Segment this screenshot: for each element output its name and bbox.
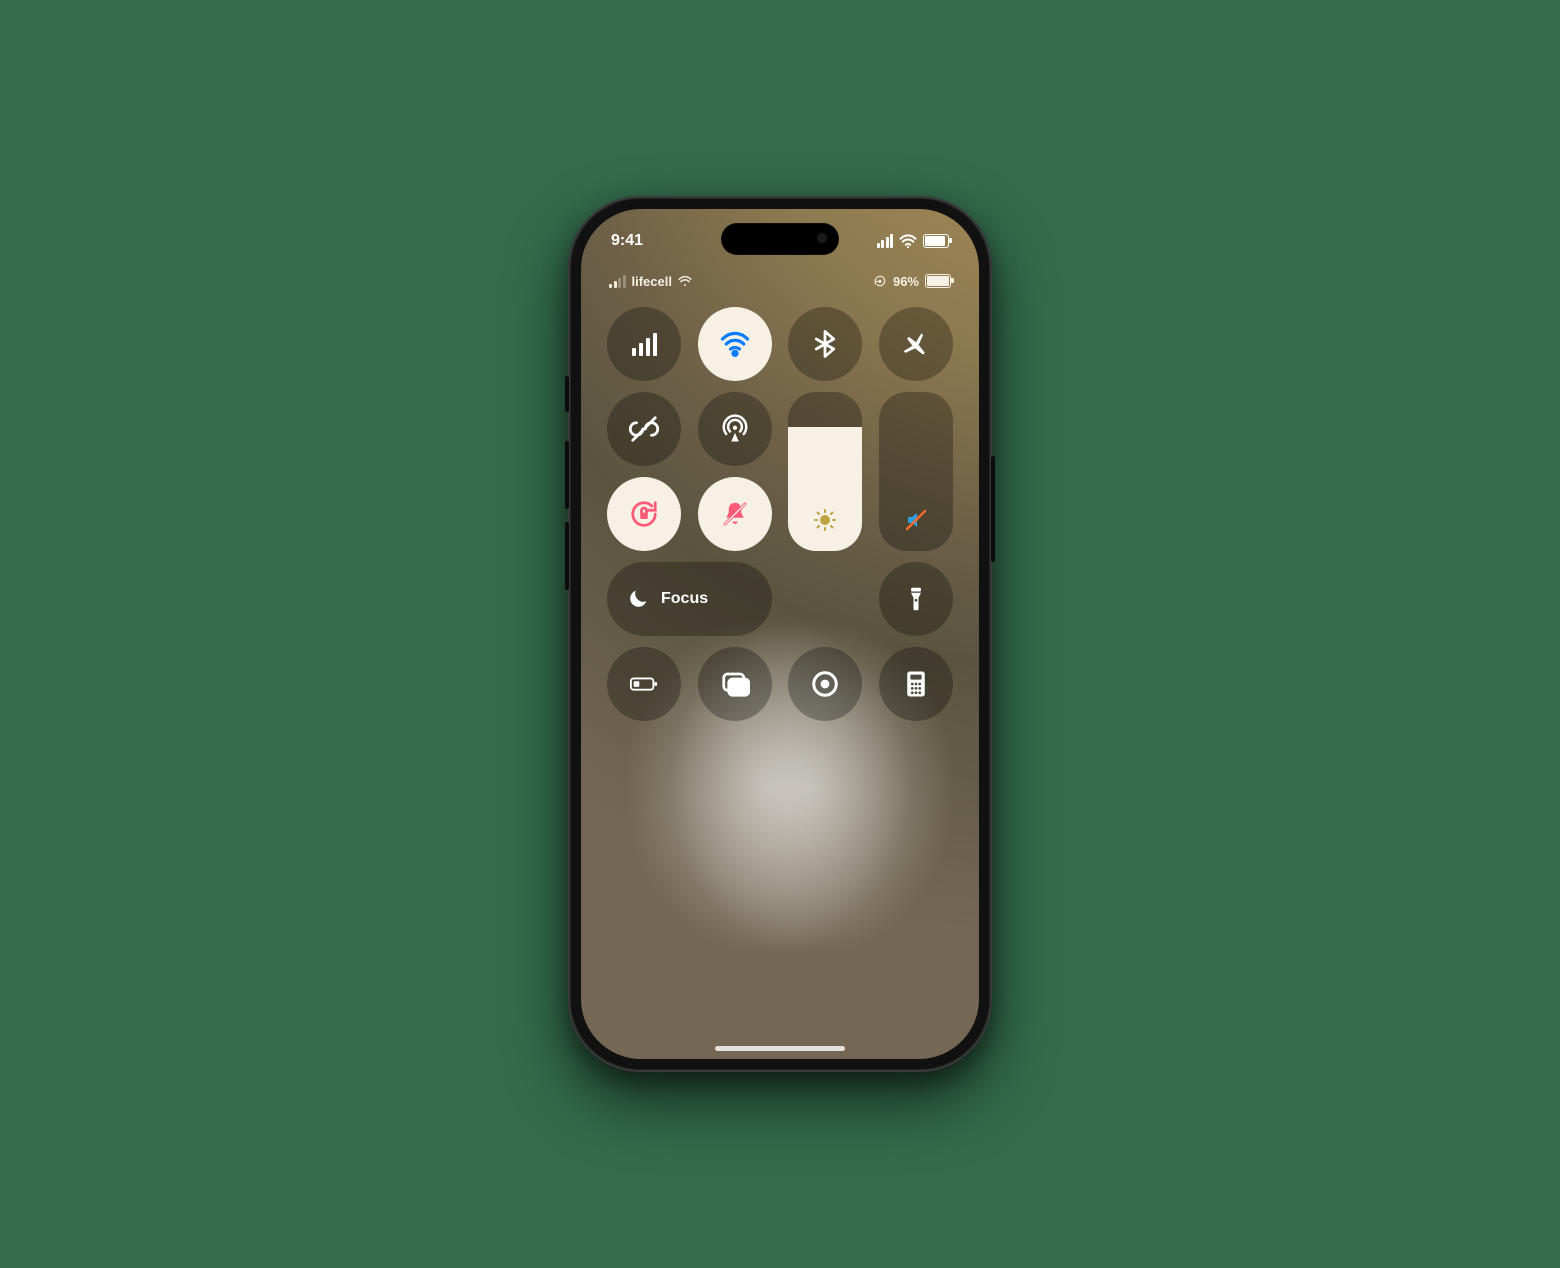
volume-slider[interactable]	[879, 392, 953, 551]
control-center-status: lifecell 96%	[581, 267, 979, 295]
control-center: Focus	[607, 307, 953, 721]
battery-percent: 96%	[893, 274, 919, 289]
low-power-mode-button[interactable]	[607, 647, 681, 721]
screen-mirroring-button[interactable]	[698, 647, 772, 721]
airplane-icon	[901, 329, 931, 359]
status-time: 9:41	[611, 232, 643, 250]
wifi-icon	[899, 234, 917, 248]
screen-record-icon	[810, 669, 840, 699]
calculator-button[interactable]	[879, 647, 953, 721]
vpn-toggle[interactable]	[607, 392, 681, 466]
cellular-toggle[interactable]	[607, 307, 681, 381]
orientation-lock-status-icon	[873, 274, 887, 288]
silent-mode-toggle[interactable]	[698, 477, 772, 551]
home-indicator[interactable]	[715, 1046, 845, 1051]
bluetooth-toggle[interactable]	[788, 307, 862, 381]
brightness-slider[interactable]	[788, 392, 862, 551]
moon-icon	[627, 588, 649, 610]
vpn-icon	[629, 414, 659, 444]
wifi-toggle[interactable]	[698, 307, 772, 381]
rotation-lock-icon	[629, 499, 659, 529]
screen-record-button[interactable]	[788, 647, 862, 721]
silent-icon	[720, 499, 750, 529]
cc-signal-icon	[609, 275, 626, 288]
volume-mute-icon	[904, 508, 928, 532]
airdrop-toggle[interactable]	[698, 392, 772, 466]
bluetooth-icon	[810, 329, 840, 359]
airplane-mode-toggle[interactable]	[879, 307, 953, 381]
focus-button[interactable]: Focus	[607, 562, 772, 636]
battery-icon	[923, 234, 949, 248]
calculator-icon	[901, 669, 931, 699]
screen: 9:41 lifecell	[581, 209, 979, 1059]
focus-label: Focus	[661, 590, 708, 608]
flashlight-icon	[901, 584, 931, 614]
carrier-label: lifecell	[632, 274, 672, 289]
signal-icon	[877, 234, 894, 248]
device-status-bar: 9:41	[581, 223, 979, 259]
low-power-icon	[629, 669, 659, 699]
brightness-icon	[813, 508, 837, 532]
rotation-lock-toggle[interactable]	[607, 477, 681, 551]
cc-battery-icon	[925, 274, 951, 288]
wifi-icon	[720, 329, 750, 359]
flashlight-button[interactable]	[879, 562, 953, 636]
iphone-frame: 9:41 lifecell	[568, 196, 992, 1072]
airdrop-icon	[720, 414, 750, 444]
cc-wifi-icon	[678, 275, 692, 287]
cellular-icon	[632, 333, 657, 356]
screen-mirroring-icon	[720, 669, 750, 699]
